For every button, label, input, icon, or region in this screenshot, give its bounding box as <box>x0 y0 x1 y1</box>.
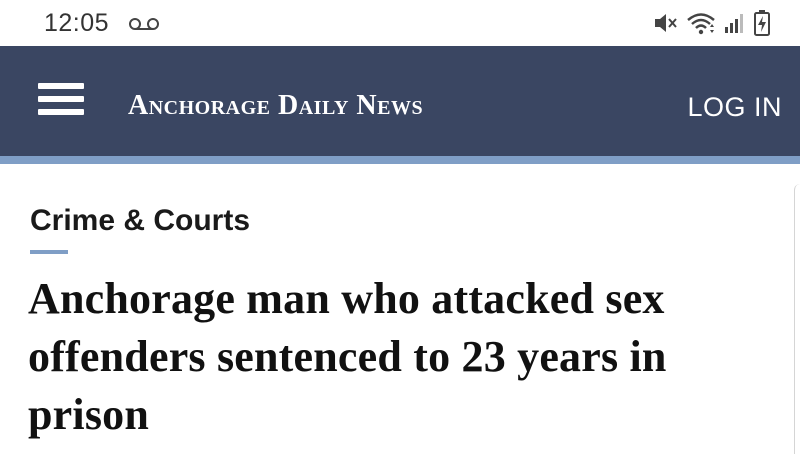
status-bar: 12:05 <box>0 0 800 46</box>
section-link[interactable]: Crime & Courts <box>30 206 250 236</box>
status-time: 12:05 <box>44 9 110 37</box>
login-button[interactable]: LOG IN <box>687 94 782 121</box>
section-underline <box>30 250 68 254</box>
mute-icon <box>655 14 677 32</box>
signal-icon <box>725 14 743 33</box>
battery-charging-icon <box>754 10 770 36</box>
status-icons <box>652 10 770 36</box>
article-content: Crime & Courts Anchorage man who attacke… <box>0 164 800 454</box>
site-header: Anchorage Daily News LOG IN <box>0 46 800 156</box>
scroll-edge <box>794 184 800 454</box>
article-headline: Anchorage man who attacked sex offenders… <box>28 274 667 439</box>
header-accent-stripe <box>0 156 800 164</box>
site-logo[interactable]: Anchorage Daily News <box>128 92 423 120</box>
wifi-icon <box>687 13 715 35</box>
voicemail-icon <box>129 18 159 30</box>
hamburger-menu-icon[interactable] <box>38 83 84 121</box>
